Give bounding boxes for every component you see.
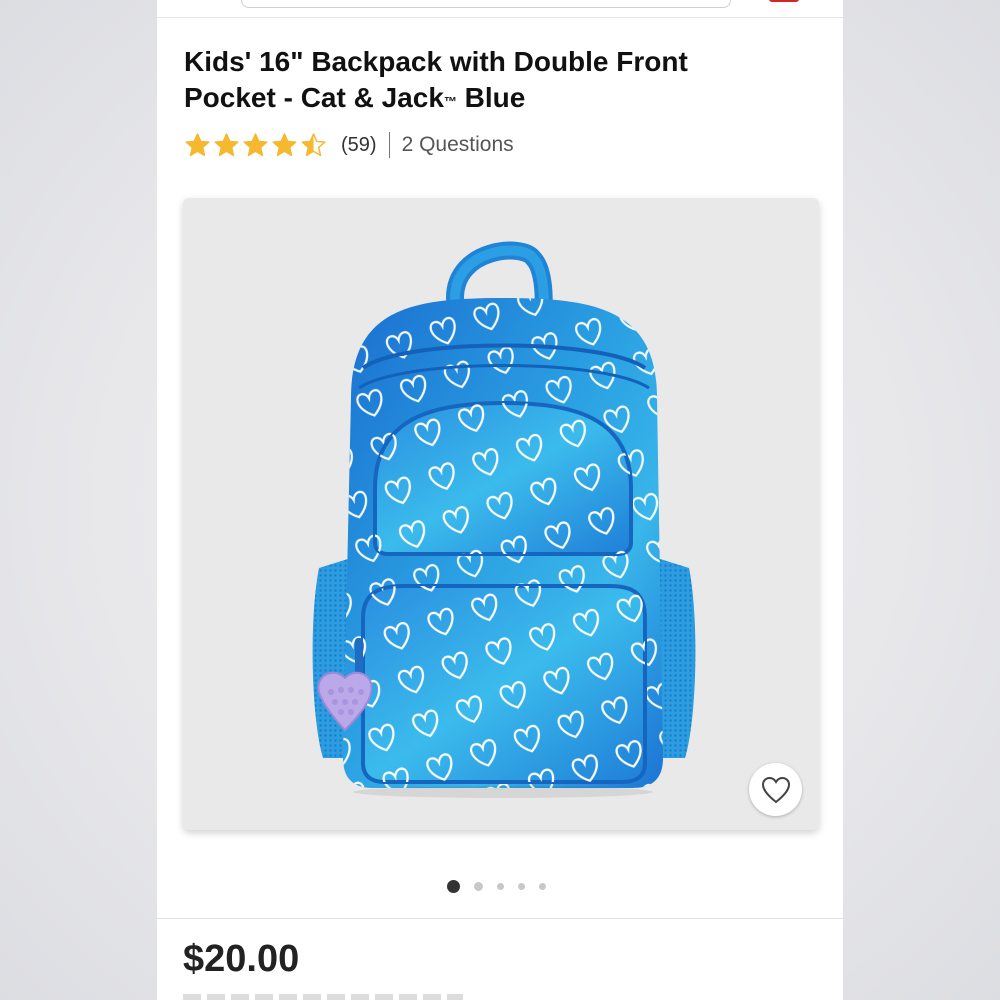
carousel-dot[interactable] (447, 880, 460, 893)
top-bar (157, 0, 843, 18)
title-line-2: Pocket - Cat & Jack (184, 82, 444, 113)
star-full-icon (272, 132, 297, 156)
star-full-icon (214, 132, 239, 156)
favorite-button[interactable] (749, 763, 802, 816)
review-count[interactable]: (59) (341, 134, 377, 157)
carousel-dot[interactable] (497, 883, 504, 890)
heart-outline-icon (761, 776, 790, 803)
star-half-icon (301, 132, 326, 156)
trademark-symbol: ™ (443, 94, 457, 109)
section-divider (157, 918, 843, 919)
divider (388, 132, 390, 158)
carousel-indicator[interactable] (447, 880, 546, 893)
product-page: Kids' 16" Backpack with Double Front Poc… (157, 0, 843, 1000)
carousel-dot[interactable] (518, 883, 525, 890)
carousel-dot[interactable] (539, 883, 546, 890)
search-input[interactable] (241, 0, 731, 8)
truncated-text (183, 994, 463, 1000)
backpack-image (312, 241, 696, 798)
star-rating[interactable] (184, 132, 327, 159)
star-full-icon (243, 132, 268, 156)
carousel-dot[interactable] (474, 882, 483, 891)
questions-link[interactable]: 2 Questions (402, 133, 514, 157)
title-line-1: Kids' 16" Backpack with Double Front (184, 46, 688, 77)
product-image-carousel[interactable] (183, 198, 819, 830)
price: $20.00 (183, 938, 300, 980)
title-line-2-end: Blue (456, 82, 526, 113)
star-full-icon (185, 132, 210, 156)
cart-icon[interactable] (769, 0, 799, 2)
product-title: Kids' 16" Backpack with Double Front Poc… (184, 44, 784, 116)
rating-row[interactable]: (59) 2 Questions (184, 130, 514, 160)
